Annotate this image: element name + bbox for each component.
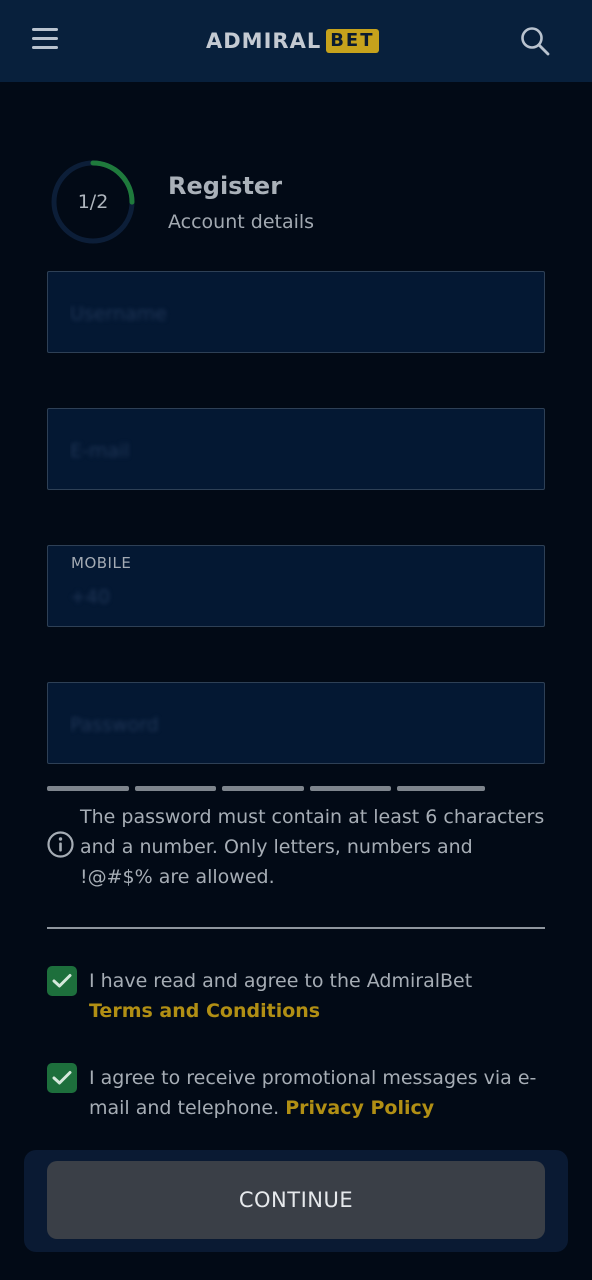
mobile-label: MOBILE — [71, 554, 132, 572]
privacy-link[interactable]: Privacy Policy — [285, 1097, 434, 1119]
page-subtitle: Account details — [168, 211, 315, 233]
mobile-field[interactable]: MOBILE +40 — [47, 545, 545, 627]
menu-icon[interactable] — [32, 28, 58, 50]
strength-segment — [222, 786, 304, 791]
username-field[interactable] — [47, 271, 545, 353]
info-icon — [47, 831, 74, 858]
admiralbet-logo[interactable]: ADMIRAL BET — [206, 28, 379, 54]
terms-consent: I have read and agree to the AdmiralBet … — [89, 966, 549, 1026]
logo-text: ADMIRAL — [206, 29, 322, 53]
search-icon[interactable] — [520, 26, 550, 56]
check-icon — [52, 974, 72, 988]
mobile-prefix: +40 — [70, 586, 111, 608]
password-input[interactable] — [70, 709, 520, 741]
email-input[interactable] — [70, 435, 520, 467]
strength-segment — [47, 786, 129, 791]
strength-segment — [310, 786, 391, 791]
terms-text: I have read and agree to the AdmiralBet — [89, 970, 473, 992]
strength-segment — [135, 786, 216, 791]
strength-segment — [397, 786, 485, 791]
page-title: Register — [168, 172, 283, 200]
app-header: ADMIRAL BET — [0, 0, 592, 82]
logo-badge: BET — [326, 29, 379, 53]
password-hint: The password must contain at least 6 cha… — [80, 806, 545, 888]
step-counter: 1/2 — [77, 191, 109, 213]
username-input[interactable] — [70, 298, 520, 330]
terms-link[interactable]: Terms and Conditions — [89, 1000, 320, 1022]
terms-checkbox[interactable] — [47, 966, 77, 996]
continue-button[interactable]: CONTINUE — [47, 1161, 545, 1239]
password-field[interactable] — [47, 682, 545, 764]
promo-checkbox[interactable] — [47, 1063, 77, 1093]
divider — [47, 927, 545, 929]
mobile-input[interactable] — [108, 582, 518, 614]
email-field[interactable] — [47, 408, 545, 490]
promo-consent: I agree to receive promotional messages … — [89, 1063, 549, 1123]
check-icon — [52, 1071, 72, 1085]
